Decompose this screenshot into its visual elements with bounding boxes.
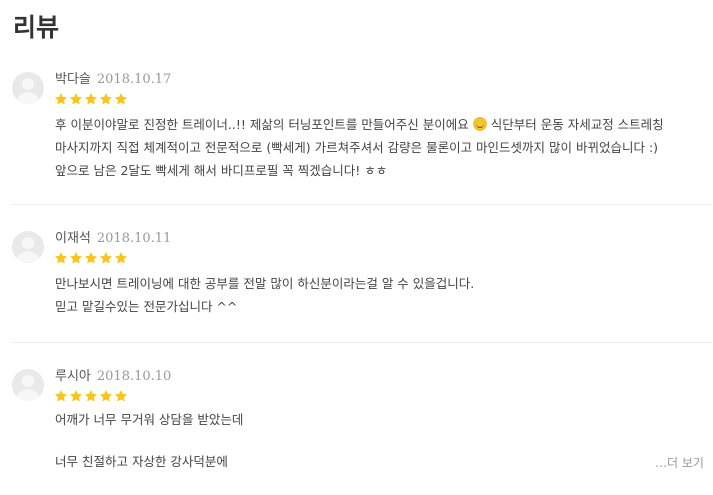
section-title: 리뷰 [13, 13, 60, 42]
review-line: 마사지까지 직접 체계적이고 전문적으로 (빡세게) 가르쳐주셔서 감량은 물론… [55, 140, 659, 155]
avatar [12, 72, 44, 104]
reviewer-name: 이재석 [55, 231, 91, 246]
avatar [12, 231, 44, 263]
review-text: 후 이분이야말로 진정한 트레이너..!! 제삶의 터닝포인트를 만들어주신 분… [55, 113, 664, 182]
reviews-page: 리뷰 박다슬 2018.10.17 후 이분이야말로 진정한 트레이너..!! 제… [0, 0, 713, 495]
star-icon [69, 390, 83, 402]
review-line: 후 이분이야말로 진정한 트레이너..!! 제삶의 터닝포인트를 만들어주신 분… [55, 113, 664, 136]
review-text: 만나보시면 트레이닝에 대한 공부를 전말 많이 하신분이라는걸 알 수 있을겁… [55, 272, 474, 318]
star-icon [84, 390, 98, 402]
star-icon [114, 93, 128, 105]
star-icon [54, 252, 68, 264]
review-line-text: 후 이분이야말로 진정한 트레이너..!! 제삶의 터닝포인트를 만들어주신 분… [55, 117, 469, 132]
star-rating [54, 251, 129, 265]
review-date: 2018.10.17 [96, 72, 172, 87]
review-meta: 이재석 2018.10.11 [55, 231, 171, 247]
star-icon [54, 93, 68, 105]
star-icon [99, 93, 113, 105]
star-icon [69, 93, 83, 105]
reviewer-name: 루시아 [55, 369, 91, 384]
star-rating [54, 92, 129, 106]
review-date: 2018.10.11 [96, 231, 172, 246]
read-more-link[interactable]: …더 보기 [655, 454, 704, 471]
review-text: 어깨가 너무 무거워 상담을 받았는데 너무 친절하고 자상한 강사덕분에 [55, 409, 243, 473]
divider [12, 342, 712, 343]
star-icon [99, 390, 113, 402]
star-icon [69, 252, 83, 264]
star-icon [84, 252, 98, 264]
review-line: 너무 친절하고 자상한 강사덕분에 [55, 454, 228, 469]
avatar [12, 369, 44, 401]
star-icon [54, 390, 68, 402]
review-meta: 박다슬 2018.10.17 [55, 72, 171, 88]
reviewer-name: 박다슬 [55, 72, 91, 87]
review-line: 앞으로 남은 2달도 빡세게 해서 바디프로필 꼭 찍겠습니다! ㅎㅎ [55, 163, 388, 178]
star-icon [114, 390, 128, 402]
star-rating [54, 389, 129, 403]
review-line: 만나보시면 트레이닝에 대한 공부를 전말 많이 하신분이라는걸 알 수 있을겁… [55, 276, 475, 291]
review-line-text: 식단부터 운동 자세교정 스트레칭 [490, 117, 664, 132]
review-date: 2018.10.10 [96, 369, 172, 384]
star-icon [84, 93, 98, 105]
star-icon [114, 252, 128, 264]
grinning-face-emoji-icon [472, 117, 487, 131]
divider [12, 204, 712, 205]
review-line: 믿고 맡길수있는 전문가십니다 ^^ [55, 299, 238, 314]
star-icon [99, 252, 113, 264]
review-meta: 루시아 2018.10.10 [55, 369, 171, 385]
review-line: 어깨가 너무 무거워 상담을 받았는데 [55, 412, 244, 427]
